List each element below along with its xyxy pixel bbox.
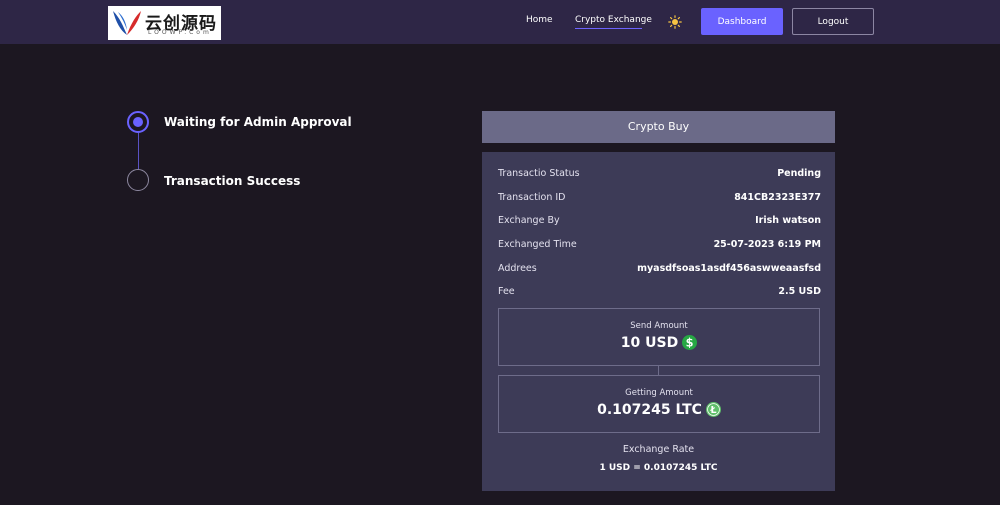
- usd-coin-icon: $: [682, 335, 698, 350]
- info-key: Exchanged Time: [498, 239, 577, 250]
- getting-amount-label: Getting Amount: [625, 388, 693, 398]
- site-logo[interactable]: 云创源码 LOOWP.Com: [108, 6, 221, 40]
- info-key: Addrees: [498, 263, 537, 274]
- send-amount-value-row: 10 USD $: [499, 335, 819, 351]
- info-row-exchange-by: Exchange By Irish watson: [498, 215, 821, 229]
- nav-crypto-exchange-link[interactable]: Crypto Exchange: [575, 15, 652, 25]
- info-key: Exchange By: [498, 215, 560, 226]
- info-row-status: Transactio Status Pending: [498, 168, 821, 182]
- send-amount-label: Send Amount: [630, 321, 688, 331]
- getting-amount-box: Getting Amount 0.107245 LTC Ł: [498, 375, 820, 433]
- top-navbar: 云创源码 LOOWP.Com Home Crypto Exchange Dash…: [0, 0, 1000, 44]
- sun-icon[interactable]: [668, 14, 682, 33]
- logo-mark-icon: [113, 11, 141, 35]
- exchange-rate-value: 1 USD = 0.0107245 LTC: [599, 463, 718, 473]
- info-row-exchanged-time: Exchanged Time 25-07-2023 6:19 PM: [498, 239, 821, 253]
- info-key: Fee: [498, 286, 515, 297]
- address-value: myasdfsoas1asdf456aswweaasfsd: [637, 263, 821, 274]
- step-indicator-active: [127, 111, 149, 133]
- transaction-id-value: 841CB2323E377: [734, 192, 821, 203]
- info-key: Transactio Status: [498, 168, 580, 179]
- svg-text:Ł: Ł: [709, 405, 716, 416]
- info-key: Transaction ID: [498, 192, 566, 203]
- active-step-dot: [133, 117, 143, 127]
- exchanged-time-value: 25-07-2023 6:19 PM: [713, 239, 821, 250]
- logout-button[interactable]: Logout: [792, 8, 874, 35]
- status-value: Pending: [777, 168, 821, 179]
- send-amount-box: Send Amount 10 USD $: [498, 308, 820, 366]
- getting-amount-value-row: 0.107245 LTC Ł: [499, 402, 819, 418]
- card-title: Crypto Buy: [482, 111, 835, 143]
- step-label-transaction-success: Transaction Success: [164, 174, 301, 188]
- exchange-by-value: Irish watson: [755, 215, 821, 226]
- nav-home-link[interactable]: Home: [526, 15, 553, 25]
- info-row-fee: Fee 2.5 USD: [498, 286, 821, 300]
- getting-amount-value: 0.107245 LTC: [597, 402, 702, 418]
- step-connector-line: [138, 133, 139, 170]
- step-indicator-pending: [127, 169, 149, 191]
- exchange-rate-label: Exchange Rate: [622, 444, 695, 455]
- dashboard-button[interactable]: Dashboard: [701, 8, 783, 35]
- logo-subtext: LOOWP.Com: [148, 29, 212, 36]
- active-nav-underline: [575, 28, 642, 29]
- fee-value: 2.5 USD: [778, 286, 821, 297]
- ltc-coin-icon: Ł: [705, 402, 721, 417]
- send-amount-value: 10 USD: [620, 335, 679, 351]
- step-label-admin-approval: Waiting for Admin Approval: [164, 115, 352, 129]
- info-row-address: Addrees myasdfsoas1asdf456aswweaasfsd: [498, 263, 821, 277]
- svg-text:$: $: [686, 336, 694, 349]
- transaction-details-card: Transactio Status Pending Transaction ID…: [482, 152, 835, 491]
- info-row-transaction-id: Transaction ID 841CB2323E377: [498, 192, 821, 206]
